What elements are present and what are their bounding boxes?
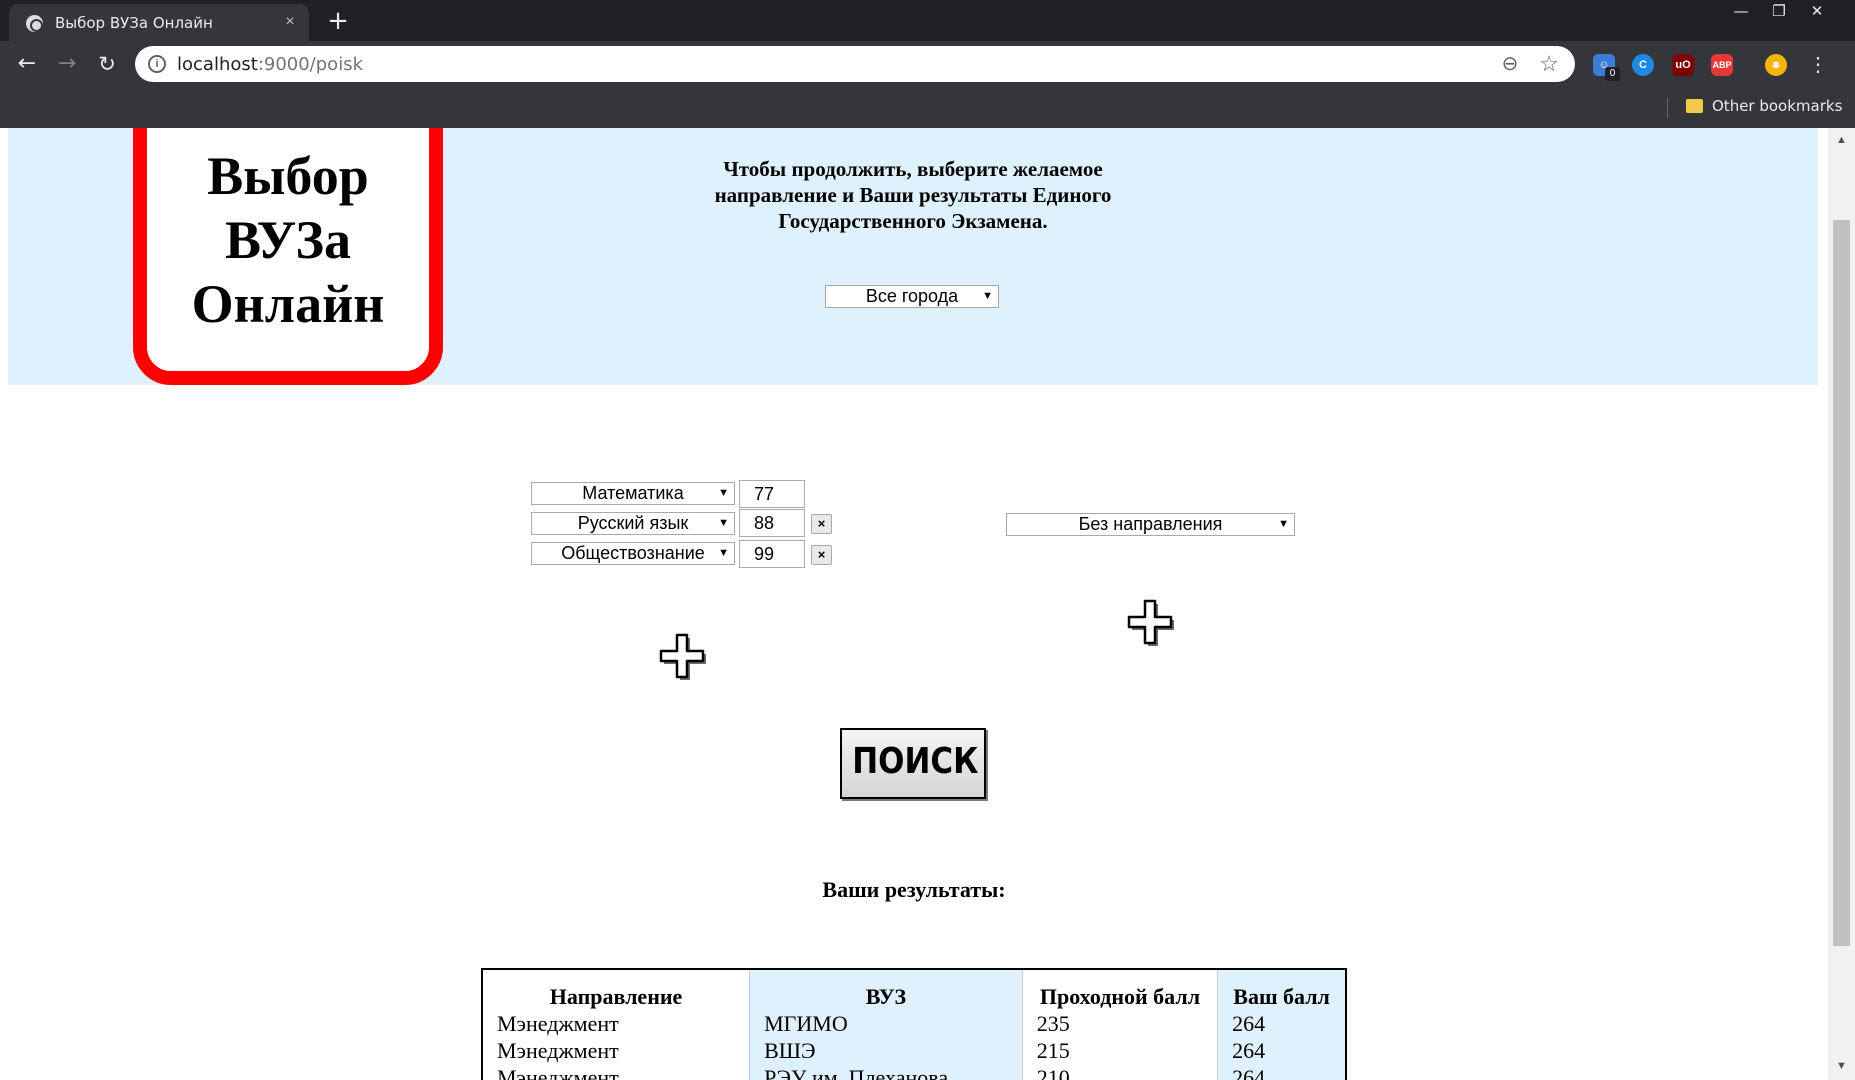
bookmarks-separator (1667, 98, 1668, 118)
cell-direction: Мэнеджмент (497, 1011, 619, 1036)
tab-strip: Выбор ВУЗа Онлайн × + — ❐ ✕ (0, 0, 1855, 41)
cell-university: МГИМО (749, 1010, 1023, 1037)
triangle-down-icon: ▼ (1278, 518, 1289, 530)
browser-toolbar: ← → ↻ i localhost:9000/poisk ⊖ ☆ ☺ 0 C u… (0, 41, 1855, 88)
triangle-down-icon: ▼ (982, 290, 993, 302)
logo-line-3: Онлайн (191, 274, 385, 334)
c-extension-icon[interactable]: C (1632, 54, 1654, 76)
plus-icon (659, 633, 705, 679)
ublock-extension-icon[interactable]: uO (1672, 54, 1694, 76)
avatar[interactable]: ☻ (1765, 54, 1787, 76)
kebab-menu-icon[interactable]: ⋮ (1808, 53, 1828, 77)
vertical-scrollbar[interactable]: ▲ ▼ (1828, 128, 1855, 1080)
add-subject-button[interactable] (656, 630, 708, 682)
page-viewport: Выбор ВУЗа Онлайн Чтобы продолжить, выбе… (0, 128, 1855, 1080)
site-info-icon[interactable]: i (148, 55, 166, 73)
column-header-direction: Направление (549, 984, 683, 1009)
cell-your-score: 264 (1217, 1037, 1346, 1064)
score-input-3[interactable]: 99 (739, 540, 805, 568)
tab-title: Выбор ВУЗа Онлайн (55, 14, 213, 32)
cell-passing-score: 210 (1021, 1064, 1218, 1080)
cell-your-score: 264 (1217, 1010, 1346, 1037)
restore-window-button[interactable]: ❐ (1759, 0, 1799, 24)
intro-instructions: Чтобы продолжить, выберите желаемое напр… (714, 157, 1112, 233)
reload-button[interactable]: ↻ (93, 50, 121, 78)
remove-subject-button[interactable]: × (811, 514, 832, 534)
cell-direction: Мэнеджмент (497, 1038, 619, 1063)
cell-your-score: 264 (1217, 1064, 1346, 1080)
column-header-your-score: Ваш балл (1217, 969, 1346, 1010)
add-direction-button[interactable] (1124, 596, 1176, 648)
logo-text: Выбор ВУЗа Онлайн (147, 144, 429, 336)
url-text[interactable]: localhost:9000/poisk (177, 54, 363, 75)
zoom-out-icon[interactable]: ⊖ (1498, 52, 1522, 76)
cell-university: ВШЭ (749, 1037, 1023, 1064)
url-host: localhost (177, 54, 258, 75)
star-icon[interactable]: ☆ (1537, 52, 1561, 76)
scroll-down-arrow-icon[interactable]: ▼ (1828, 1054, 1855, 1078)
forward-button[interactable]: → (53, 50, 81, 78)
subject-select-value: Обществознание (561, 543, 705, 563)
logo-line-2: ВУЗа (224, 210, 352, 270)
globe-icon (26, 15, 43, 32)
plus-icon (1127, 599, 1173, 645)
subject-select-value: Русский язык (577, 513, 689, 533)
remove-subject-button[interactable]: × (811, 545, 832, 565)
score-input-1[interactable]: 77 (739, 480, 805, 508)
bookmarks-bar: Other bookmarks (0, 88, 1855, 128)
cell-passing-score: 235 (1021, 1010, 1218, 1037)
direction-select-value: Без направления (1078, 514, 1223, 534)
tab-close-icon[interactable]: × (280, 12, 300, 32)
subject-select-3[interactable]: Обществознание ▼ (531, 542, 735, 565)
back-button[interactable]: ← (13, 50, 41, 78)
cell-university: РЭУ им. Плеханова (749, 1064, 1023, 1080)
url-path: :9000/poisk (257, 54, 363, 75)
scroll-up-arrow-icon[interactable]: ▲ (1828, 128, 1855, 152)
triangle-down-icon: ▼ (718, 517, 729, 529)
other-bookmarks-link[interactable]: Other bookmarks (1712, 97, 1842, 115)
subject-select-2[interactable]: Русский язык ▼ (531, 512, 735, 535)
column-header-passing-score: Проходной балл (1021, 969, 1218, 1010)
scrollbar-thumb[interactable] (1833, 220, 1850, 946)
close-window-button[interactable]: ✕ (1797, 0, 1837, 24)
search-button[interactable]: ПОИСК (840, 728, 986, 799)
subject-select-value: Математика (582, 483, 684, 503)
table-row: Мэнеджмент РЭУ им. Плеханова 210 264 (482, 1064, 1346, 1080)
results-table: Направление ВУЗ Проходной балл Ваш балл … (481, 968, 1347, 1080)
minimize-window-button[interactable]: — (1721, 0, 1761, 24)
table-row: Мэнеджмент ВШЭ 215 264 (482, 1037, 1346, 1064)
cell-passing-score: 215 (1021, 1037, 1218, 1064)
triangle-down-icon: ▼ (718, 547, 729, 559)
triangle-down-icon: ▼ (718, 487, 729, 499)
page-header: Выбор ВУЗа Онлайн Чтобы продолжить, выбе… (8, 128, 1818, 385)
extension-badge: 0 (1605, 67, 1620, 81)
folder-icon[interactable] (1686, 99, 1703, 113)
subject-select-1[interactable]: Математика ▼ (531, 482, 735, 505)
results-heading: Ваши результаты: (822, 877, 1006, 902)
browser-tab[interactable]: Выбор ВУЗа Онлайн × (9, 4, 309, 41)
city-select-value: Все города (865, 286, 959, 306)
new-tab-button[interactable]: + (326, 8, 350, 34)
site-logo[interactable]: Выбор ВУЗа Онлайн (133, 128, 443, 385)
adblock-plus-extension-icon[interactable]: ABP (1711, 54, 1733, 76)
logo-line-1: Выбор (207, 146, 369, 206)
direction-select[interactable]: Без направления ▼ (1006, 513, 1295, 536)
column-header-university: ВУЗ (749, 969, 1023, 1010)
score-input-2[interactable]: 88 (739, 509, 805, 537)
cell-direction: Мэнеджмент (497, 1065, 619, 1080)
table-header-row: Направление ВУЗ Проходной балл Ваш балл (482, 969, 1346, 1010)
search-button-label: ПОИСК (852, 741, 979, 782)
city-select[interactable]: Все города ▼ (825, 285, 999, 308)
table-row: Мэнеджмент МГИМО 235 264 (482, 1010, 1346, 1037)
address-bar[interactable]: i localhost:9000/poisk ⊖ ☆ (135, 46, 1575, 82)
